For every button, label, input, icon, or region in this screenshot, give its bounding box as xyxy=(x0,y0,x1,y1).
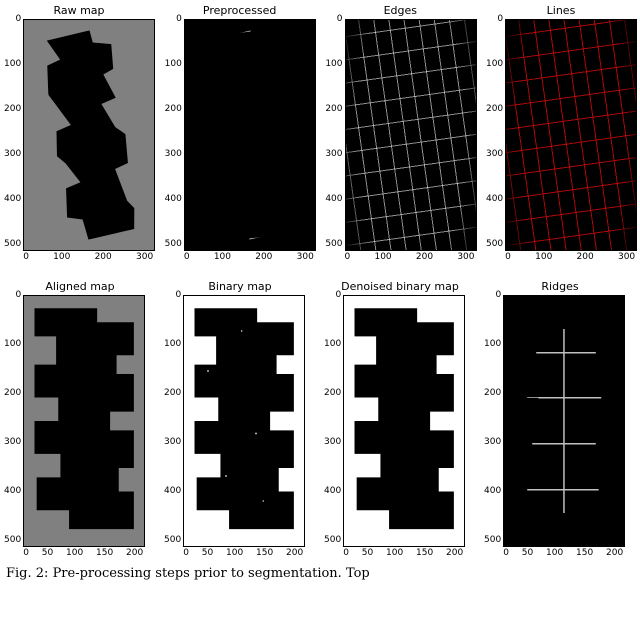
axes: 0 100 200 300 400 500 0 50 100 150 xyxy=(324,295,476,558)
caption-body: Pre-processing steps prior to segmentati… xyxy=(53,566,370,581)
panel-title: Raw map xyxy=(4,4,154,17)
plot-area xyxy=(23,295,145,547)
ridge-outline xyxy=(510,305,618,537)
x-ticks: 0 100 200 300 xyxy=(505,253,635,262)
floorplan-outline xyxy=(198,27,301,242)
plot-column: 0 100 200 300 xyxy=(505,19,637,262)
y-ticks: 0 100 200 300 400 500 xyxy=(484,295,503,545)
y-ticks: 0 100 200 300 400 500 xyxy=(165,19,184,249)
figure-row-2: Aligned map 0 100 200 300 400 500 0 xyxy=(4,280,636,558)
panel-raw-map: Raw map 0 100 200 300 400 500 0 100 xyxy=(4,4,154,262)
panel-title: Denoised binary map xyxy=(324,280,476,293)
plot-area xyxy=(503,295,625,547)
figure-grid: Raw map 0 100 200 300 400 500 0 100 xyxy=(0,0,640,560)
floorplan-shape xyxy=(37,27,140,242)
axes: 0 100 200 300 400 500 0 100 200 300 xyxy=(486,19,636,262)
edge-overlay xyxy=(346,20,476,250)
axes: 0 100 200 300 400 500 0 50 100 150 xyxy=(4,295,156,558)
plot-area xyxy=(183,295,305,547)
x-ticks: 0 100 200 300 xyxy=(345,253,475,262)
panel-title: Binary map xyxy=(164,280,316,293)
y-ticks: 0 100 200 300 400 500 xyxy=(4,19,23,249)
panel-binary-map: Binary map 0 100 200 300 400 500 0 xyxy=(164,280,316,558)
figure-row-1: Raw map 0 100 200 300 400 500 0 100 xyxy=(4,4,636,262)
floorplan-shape xyxy=(30,304,138,539)
panel-preprocessed: Preprocessed 0 100 200 300 400 500 0 xyxy=(165,4,315,262)
panel-title: Preprocessed xyxy=(165,4,315,17)
panel-aligned-map: Aligned map 0 100 200 300 400 500 0 xyxy=(4,280,156,558)
x-ticks: 0 50 100 150 200 xyxy=(183,549,303,558)
plot-area xyxy=(343,295,465,547)
x-ticks: 0 50 100 150 200 xyxy=(503,549,623,558)
hough-lines-overlay xyxy=(506,20,636,250)
panel-edges: Edges 0 100 200 300 400 500 0 100 xyxy=(325,4,475,262)
axes: 0 100 200 300 400 500 0 50 xyxy=(484,295,636,558)
x-ticks: 0 50 100 150 200 xyxy=(23,549,143,558)
y-ticks: 0 100 200 300 400 500 xyxy=(324,295,343,545)
panel-title: Aligned map xyxy=(4,280,156,293)
plot-column: 0 50 100 150 200 xyxy=(343,295,465,558)
plot-column: 0 50 100 150 200 xyxy=(183,295,305,558)
ridge-inner-lines xyxy=(511,306,617,536)
y-ticks: 0 100 200 300 400 500 xyxy=(486,19,505,249)
x-ticks: 0 100 200 300 xyxy=(23,253,153,262)
panel-denoised-binary-map: Denoised binary map 0 100 200 300 400 50… xyxy=(324,280,476,558)
panel-ridges: Ridges 0 100 200 300 400 500 xyxy=(484,280,636,558)
panel-title: Lines xyxy=(486,4,636,17)
x-ticks: 0 50 100 150 200 xyxy=(343,549,463,558)
x-ticks: 0 100 200 300 xyxy=(184,253,314,262)
y-ticks: 0 100 200 300 400 500 xyxy=(4,295,23,545)
plot-column: 0 100 200 300 xyxy=(184,19,316,262)
plot-area xyxy=(184,19,316,251)
speckle-noise xyxy=(184,296,304,546)
plot-column: 0 50 100 150 200 xyxy=(23,295,145,558)
figure-caption: Fig. 2: Pre-processing steps prior to se… xyxy=(0,560,640,585)
axes: 0 100 200 300 400 500 0 100 200 300 xyxy=(325,19,475,262)
plot-column: 0 100 200 300 xyxy=(345,19,477,262)
plot-column: 0 100 200 300 xyxy=(23,19,155,262)
floorplan-shape xyxy=(350,304,458,539)
caption-prefix: Fig. 2: xyxy=(6,566,48,581)
panel-title: Edges xyxy=(325,4,475,17)
plot-column: 0 50 100 150 200 xyxy=(503,295,625,558)
y-ticks: 0 100 200 300 400 500 xyxy=(325,19,344,249)
plot-area xyxy=(23,19,155,251)
axes: 0 100 200 300 400 500 0 100 200 300 xyxy=(4,19,154,262)
plot-area xyxy=(505,19,637,251)
plot-area xyxy=(345,19,477,251)
y-ticks: 0 100 200 300 400 500 xyxy=(164,295,183,545)
panel-lines: Lines 0 100 200 300 400 500 0 100 xyxy=(486,4,636,262)
panel-title: Ridges xyxy=(484,280,636,293)
axes: 0 100 200 300 400 500 0 50 100 xyxy=(164,295,316,558)
axes: 0 100 200 300 400 500 0 100 200 300 xyxy=(165,19,315,262)
